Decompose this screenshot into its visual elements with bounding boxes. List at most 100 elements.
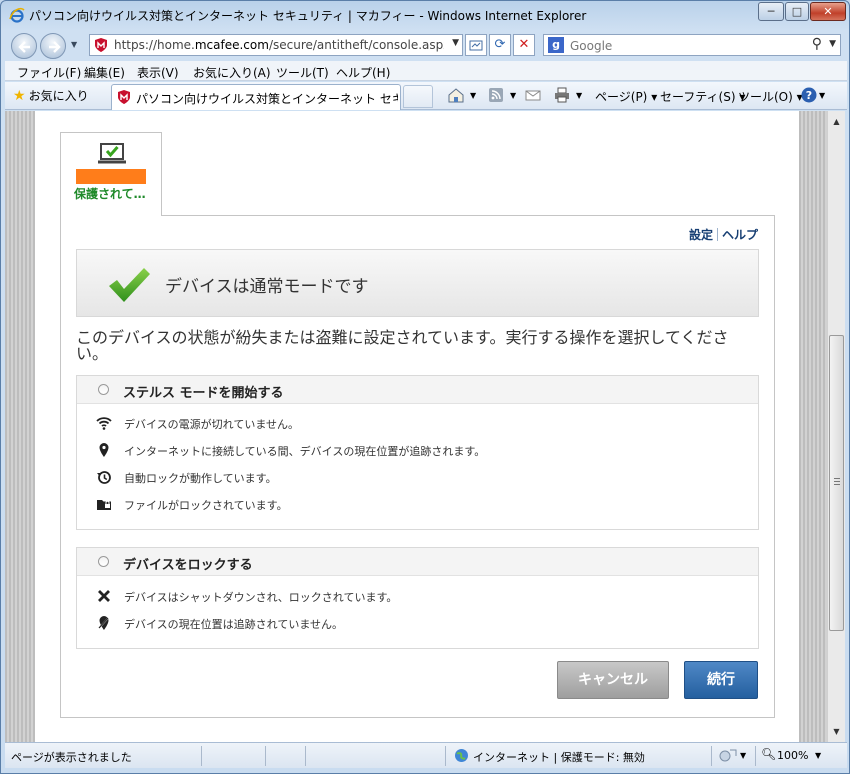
menu-view[interactable]: 表示(V) <box>137 64 179 81</box>
status-divider <box>711 746 712 766</box>
history-dropdown-icon[interactable]: ▼ <box>71 40 80 49</box>
zoom-icon: 🔍︎ <box>761 747 777 761</box>
back-arrow-icon <box>18 41 30 53</box>
compatibility-view-button[interactable] <box>465 34 487 56</box>
instruction-text: このデバイスの状態が紛失または盗難に設定されています。実行する操作を選択してくだ… <box>76 328 729 363</box>
home-dropdown-icon[interactable]: ▼ <box>470 91 476 100</box>
menu-bar: ファイル(F) 編集(E) 表示(V) お気に入り(A) ツール(T) ヘルプ(… <box>5 61 847 81</box>
feed-dropdown-icon[interactable]: ▼ <box>510 91 516 100</box>
zoom-level[interactable]: 100% <box>777 749 808 762</box>
checkmark-icon <box>109 268 150 302</box>
right-background-pattern <box>799 111 827 742</box>
settings-link[interactable]: 設定 <box>689 228 713 242</box>
device-panel: 設定 ヘルプ デバイスは通常モードです このデバイスの状態が紛失または盗難に設定さ… <box>60 215 775 718</box>
status-divider <box>755 746 756 766</box>
print-icon[interactable] <box>553 86 571 104</box>
scroll-down-arrow-icon[interactable]: ▼ <box>828 723 845 740</box>
url-text[interactable]: https://home.mcafee.com/secure/antitheft… <box>114 38 444 52</box>
stop-button[interactable]: ✕ <box>513 34 535 56</box>
status-divider <box>201 746 202 766</box>
star-icon: ★ <box>13 88 26 104</box>
vertical-scrollbar[interactable]: ▲ ▼ <box>827 111 845 742</box>
favorites-button[interactable]: ★ お気に入り <box>13 87 89 104</box>
feature-item: インターネットに接続している間、デバイスの現在位置が追跡されます。 <box>77 441 758 461</box>
stealth-mode-header[interactable]: ステルス モードを開始する <box>77 376 758 404</box>
location-pin-off-icon <box>98 616 110 630</box>
rss-feed-icon[interactable] <box>487 86 505 104</box>
help-dropdown-icon[interactable]: ▼ <box>819 91 825 100</box>
tools-menu[interactable]: ツール(O) ▾ <box>738 88 803 105</box>
lock-device-radio[interactable] <box>98 556 109 567</box>
menu-file[interactable]: ファイル(F) <box>17 64 81 81</box>
feature-item: 自動ロックが動作しています。 <box>77 468 758 488</box>
close-window-button[interactable]: ✕ <box>810 2 846 21</box>
window-title: パソコン向けウイルス対策とインターネット セキュリティ | マカフィー - Wi… <box>29 9 587 23</box>
menu-tools[interactable]: ツール(T) <box>276 64 329 81</box>
lock-device-header[interactable]: デバイスをロックする <box>77 548 758 576</box>
panel-links: 設定 ヘルプ <box>689 226 758 243</box>
menu-favorites[interactable]: お気に入り(A) <box>193 64 271 81</box>
device-tab[interactable]: 保護されて… <box>60 132 162 216</box>
new-tab-button[interactable] <box>403 85 433 108</box>
status-divider <box>305 746 306 766</box>
refresh-button[interactable]: ⟳ <box>489 34 511 56</box>
protected-mode-dropdown-icon[interactable]: ▼ <box>740 751 746 760</box>
help-icon[interactable]: ? <box>800 86 818 104</box>
mcafee-shield-icon <box>95 38 107 52</box>
feature-item: ファイルがロックされています。 <box>77 495 758 515</box>
scroll-thumb[interactable] <box>829 335 844 631</box>
scroll-grip <box>834 478 840 485</box>
search-icon[interactable]: ⚲ <box>812 36 822 52</box>
continue-button[interactable]: 続行 <box>684 661 758 699</box>
content-viewport: 設定 ヘルプ デバイスは通常モードです このデバイスの状態が紛失または盗難に設定さ… <box>5 111 827 742</box>
safety-menu[interactable]: セーフティ(S) ▾ <box>660 88 745 105</box>
laptop-icon <box>98 143 126 164</box>
maximize-button[interactable]: □ <box>785 2 809 21</box>
address-dropdown-icon[interactable]: ▼ <box>452 38 459 48</box>
folder-lock-icon <box>97 500 111 510</box>
lock-device-option[interactable]: デバイスをロックする デバイスはシャットダウンされ、ロックされています。 デバイ… <box>76 547 759 649</box>
minimize-button[interactable]: ─ <box>758 2 784 21</box>
status-divider <box>265 746 266 766</box>
read-mail-icon[interactable] <box>524 86 542 104</box>
protected-mode-icon[interactable] <box>719 748 737 763</box>
menu-help[interactable]: ヘルプ(H) <box>336 64 390 81</box>
tab-joint <box>61 215 161 217</box>
cancel-button[interactable]: キャンセル <box>557 661 669 699</box>
x-mark-icon <box>98 590 110 602</box>
ie-logo-icon <box>9 7 25 23</box>
zoom-dropdown-icon[interactable]: ▼ <box>815 751 821 760</box>
location-pin-icon <box>99 443 109 457</box>
feature-item: デバイスはシャットダウンされ、ロックされています。 <box>77 587 758 607</box>
stealth-mode-title: ステルス モードを開始する <box>123 386 284 401</box>
forward-button[interactable] <box>40 33 66 59</box>
favorites-bar: ★お気に入り パソコン向けウイルス対策とインターネット セキュリティ | ...… <box>5 82 847 110</box>
menu-edit[interactable]: 編集(E) <box>84 64 125 81</box>
page-menu[interactable]: ページ(P) ▾ <box>595 88 657 105</box>
status-message: デバイスは通常モードです <box>165 277 369 297</box>
compatibility-icon <box>469 40 483 51</box>
back-button[interactable] <box>11 33 37 59</box>
link-separator <box>716 228 718 241</box>
globe-icon <box>455 749 468 762</box>
browser-window: パソコン向けウイルス対策とインターネット セキュリティ | マカフィー - Wi… <box>0 0 850 774</box>
print-dropdown-icon[interactable]: ▼ <box>576 91 582 100</box>
help-link[interactable]: ヘルプ <box>722 228 758 242</box>
title-bar: パソコン向けウイルス対策とインターネット セキュリティ | マカフィー - Wi… <box>1 1 849 29</box>
address-bar[interactable]: https://home.mcafee.com/secure/antitheft… <box>89 34 463 56</box>
search-dropdown-icon[interactable]: ▼ <box>829 39 836 49</box>
scroll-up-arrow-icon[interactable]: ▲ <box>828 113 845 130</box>
status-divider <box>445 746 446 766</box>
tab-title: パソコン向けウイルス対策とインターネット セキュリティ | ... <box>136 92 398 106</box>
device-status-label: 保護されて… <box>74 187 146 201</box>
navigation-bar: ▼ https://home.mcafee.com/secure/antithe… <box>1 30 849 60</box>
stealth-mode-radio[interactable] <box>98 384 109 395</box>
status-text: ページが表示されました <box>11 751 132 764</box>
home-icon[interactable] <box>447 86 465 104</box>
stealth-mode-option[interactable]: ステルス モードを開始する デバイスの電源が切れていません。 インターネットに接… <box>76 375 759 530</box>
status-banner: デバイスは通常モードです <box>76 249 759 317</box>
browser-tab[interactable]: パソコン向けウイルス対策とインターネット セキュリティ | ... <box>111 84 401 110</box>
search-placeholder: Google <box>570 39 613 53</box>
left-background-pattern <box>5 111 35 742</box>
search-box[interactable]: g Google ⚲ ▼ <box>543 34 841 56</box>
